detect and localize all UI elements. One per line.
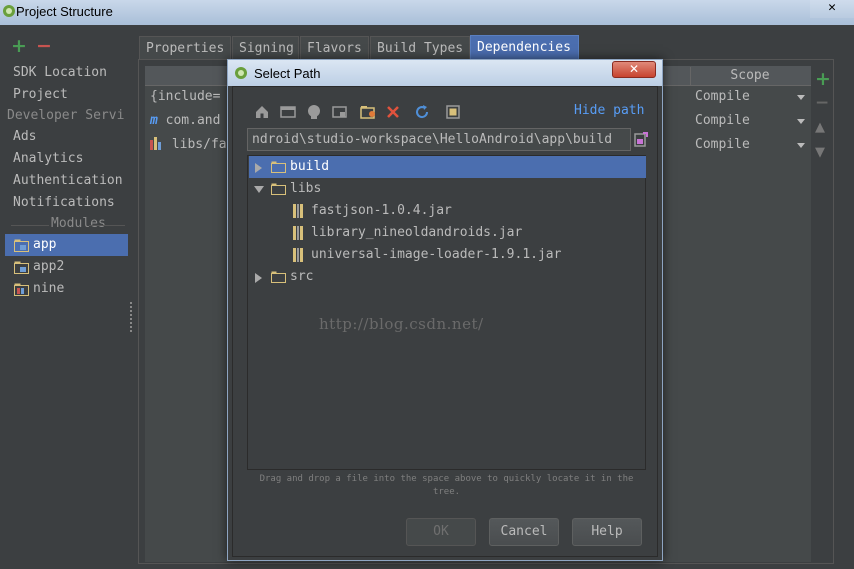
dialog-title: Select Path <box>254 66 321 81</box>
splitter-handle[interactable] <box>129 300 133 340</box>
tree-item-folder[interactable]: build <box>249 156 646 178</box>
chevron-down-icon[interactable] <box>797 95 805 100</box>
module-folder-icon <box>14 261 29 274</box>
android-studio-icon <box>3 5 15 17</box>
tree-item-label: build <box>290 159 330 174</box>
window-close-button[interactable]: ✕ <box>810 0 854 18</box>
expand-arrow-icon[interactable] <box>255 163 262 173</box>
expand-arrow-icon[interactable] <box>255 273 262 283</box>
delete-icon[interactable] <box>384 103 402 121</box>
module-icon[interactable] <box>331 103 349 121</box>
tree-item-jar[interactable]: library_nineoldandroids.jar <box>249 222 646 244</box>
jar-icon <box>293 226 303 240</box>
browse-path-icon[interactable] <box>633 131 649 149</box>
window-title: Project Structure <box>16 4 113 19</box>
sidebar-item-authentication[interactable]: Authentication <box>5 170 128 192</box>
new-folder-icon[interactable] <box>359 103 377 121</box>
add-dependency-button[interactable]: + <box>815 68 831 90</box>
sidebar-item-sdk-location[interactable]: SDK Location <box>5 62 128 84</box>
tab-properties[interactable]: Properties <box>139 36 231 60</box>
sidebar-item-project[interactable]: Project <box>5 84 128 106</box>
dependency-name: libs/fa <box>171 137 227 152</box>
help-button[interactable]: Help <box>572 518 642 546</box>
dialog-body: Hide path ndroid\studio-workspace\HelloA… <box>232 86 658 557</box>
move-down-icon[interactable]: ▼ <box>815 145 825 160</box>
watermark-text: http://blog.csdn.net/ <box>319 315 484 333</box>
folder-icon <box>271 161 286 173</box>
tree-item-label: src <box>290 269 314 284</box>
cancel-button[interactable]: Cancel <box>489 518 559 546</box>
dependency-name: com.and <box>165 113 221 128</box>
chevron-down-icon[interactable] <box>797 119 805 124</box>
tree-item-label: universal-image-loader-1.9.1.jar <box>311 247 562 262</box>
window-title-bar: Project Structure <box>0 0 854 25</box>
dependency-row[interactable]: {include= <box>150 86 220 108</box>
remove-dependency-button[interactable]: − <box>815 93 829 113</box>
chevron-down-icon[interactable] <box>797 143 805 148</box>
tree-item-label: libs <box>290 181 322 196</box>
tree-item-jar[interactable]: universal-image-loader-1.9.1.jar <box>249 244 646 266</box>
project-icon[interactable] <box>305 103 323 121</box>
dependency-row[interactable]: libs/fa <box>150 134 227 156</box>
jar-icon <box>293 248 303 262</box>
tab-build-types[interactable]: Build Types <box>370 36 470 60</box>
sidebar: SDK Location Project Developer Servi Ads… <box>5 62 128 564</box>
module-label: app <box>33 237 57 252</box>
folder-icon <box>271 183 286 195</box>
module-item-app2[interactable]: app2 <box>5 256 128 278</box>
folder-icon <box>271 271 286 283</box>
file-tree[interactable]: build libs fastjson-1.0.4.jar library_ni… <box>247 155 646 470</box>
tab-flavors[interactable]: Flavors <box>300 36 369 60</box>
refresh-icon[interactable] <box>413 103 431 121</box>
sidebar-header-developer-services: Developer Servi <box>7 108 125 123</box>
path-input[interactable]: ndroid\studio-workspace\HelloAndroid\app… <box>247 128 631 151</box>
module-item-nine[interactable]: nine <box>5 278 128 300</box>
home-icon[interactable] <box>253 103 271 121</box>
ok-button[interactable]: OK <box>406 518 476 546</box>
show-hidden-icon[interactable] <box>444 103 462 121</box>
scope-dropdown[interactable]: Compile <box>695 110 750 132</box>
sidebar-item-analytics[interactable]: Analytics <box>5 148 128 170</box>
collapse-arrow-icon[interactable] <box>254 186 264 193</box>
drag-drop-hint: Drag and drop a file into the space abov… <box>259 474 634 497</box>
sidebar-item-ads[interactable]: Ads <box>5 126 128 148</box>
select-path-dialog: Select Path ✕ Hide path ndroid\studio-wo… <box>227 59 663 561</box>
tab-dependencies[interactable]: Dependencies <box>470 35 579 60</box>
scope-column-header[interactable]: Scope <box>690 67 809 85</box>
android-studio-icon <box>235 67 247 79</box>
module-item-app[interactable]: app <box>5 234 128 256</box>
tree-item-label: fastjson-1.0.4.jar <box>311 203 452 218</box>
module-label: app2 <box>33 259 65 274</box>
sidebar-item-notifications[interactable]: Notifications <box>5 192 128 214</box>
tree-item-folder[interactable]: src <box>249 266 646 288</box>
maven-icon: m <box>150 113 158 128</box>
scope-dropdown[interactable]: Compile <box>695 86 750 108</box>
scope-dropdown[interactable]: Compile <box>695 134 750 156</box>
add-module-button[interactable]: + <box>11 37 27 56</box>
jar-library-icon <box>150 137 161 150</box>
module-label: nine <box>33 281 65 296</box>
library-module-icon <box>14 283 29 296</box>
move-up-icon[interactable]: ▲ <box>815 120 825 135</box>
tab-signing[interactable]: Signing <box>232 36 299 60</box>
jar-icon <box>293 204 303 218</box>
tree-item-folder[interactable]: libs <box>249 178 646 200</box>
dialog-close-button[interactable]: ✕ <box>612 61 656 78</box>
tree-item-label: library_nineoldandroids.jar <box>311 225 523 240</box>
modules-label: Modules <box>51 216 106 231</box>
modules-separator: Modules <box>5 216 128 232</box>
dependency-row[interactable]: m com.and <box>150 110 220 132</box>
hide-path-link[interactable]: Hide path <box>574 103 644 118</box>
dialog-title-bar: Select Path ✕ <box>228 60 662 86</box>
module-folder-icon <box>14 239 29 252</box>
desktop-icon[interactable] <box>279 103 297 121</box>
tree-item-jar[interactable]: fastjson-1.0.4.jar <box>249 200 646 222</box>
remove-module-button[interactable]: − <box>36 37 52 56</box>
